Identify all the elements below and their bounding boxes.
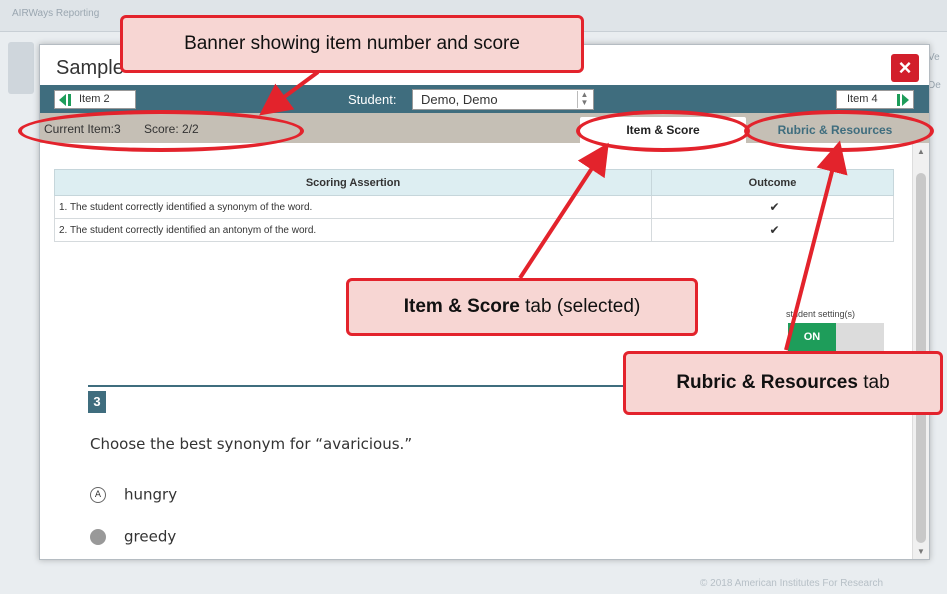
scroll-down-icon[interactable]: ▼ — [917, 547, 925, 556]
background-footer: © 2018 American Institutes For Research — [700, 578, 884, 589]
choice-text: hungry — [124, 485, 178, 504]
previous-item-button[interactable]: Item 2 — [54, 90, 136, 109]
scoring-table: Scoring Assertion Outcome 1. The student… — [54, 169, 894, 242]
toggle-on-label: ON — [788, 323, 836, 351]
next-item-button[interactable]: Item 4 — [836, 90, 914, 109]
choice-text: greedy — [124, 527, 177, 546]
item-score-highlight-ellipse — [576, 110, 750, 152]
banner-callout: Banner showing item number and score — [120, 15, 584, 73]
spinner-icon: ▲ ▼ — [577, 91, 591, 108]
assertion-cell: 2. The student correctly identified an a… — [54, 218, 652, 242]
rubric-callout: Rubric & Resources tab — [623, 351, 943, 415]
previous-item-label: Item 2 — [79, 93, 110, 105]
rubric-highlight-ellipse — [744, 110, 934, 152]
previous-arrow-icon — [59, 93, 75, 113]
banner-callout-text: Banner showing item number and score — [184, 33, 520, 54]
table-row: 2. The student correctly identified an a… — [54, 218, 894, 242]
item-number-badge: 3 — [88, 391, 106, 413]
close-button[interactable]: × — [891, 54, 919, 82]
item-score-callout-text: tab (selected) — [519, 296, 641, 317]
next-arrow-icon — [893, 93, 909, 113]
background-brand: AIRWays Reporting — [12, 8, 100, 19]
item-navigation-bar: Item 2 Student: Demo, Demo ▲ ▼ Item 4 — [40, 85, 929, 113]
student-select[interactable]: Demo, Demo ▲ ▼ — [412, 89, 594, 110]
scroll-up-icon[interactable]: ▲ — [917, 147, 925, 156]
student-setting-toggle[interactable]: ON — [788, 323, 884, 351]
choice-letter-b: B — [90, 528, 106, 545]
item-score-callout-bold: Item & Score — [403, 296, 520, 317]
close-icon: × — [898, 55, 912, 80]
next-item-label: Item 4 — [847, 93, 878, 105]
assertion-cell: 1. The student correctly identified a sy… — [54, 195, 652, 219]
student-setting-label: student setting(s) — [786, 309, 856, 319]
student-select-value: Demo, Demo — [421, 92, 498, 107]
rubric-callout-text: tab — [857, 372, 890, 393]
checkmark-icon: ✔ — [651, 218, 894, 242]
answer-choice-a[interactable]: Ahungry — [90, 485, 177, 504]
column-header: Scoring Assertion — [54, 169, 652, 196]
choice-letter-a: A — [90, 486, 106, 503]
student-label: Student: — [348, 92, 397, 107]
table-row: 1. The student correctly identified a sy… — [54, 195, 894, 219]
item-score-callout: Item & Score tab (selected) — [346, 278, 698, 336]
column-header: Outcome — [651, 169, 894, 196]
answer-choice-b[interactable]: Bgreedy — [90, 527, 176, 546]
dialog-title: Sample — [56, 57, 124, 79]
banner-highlight-ellipse — [18, 110, 304, 152]
question-prompt: Choose the best synonym for “avaricious.… — [90, 435, 413, 453]
rubric-callout-bold: Rubric & Resources — [676, 372, 858, 393]
checkmark-icon: ✔ — [651, 195, 894, 219]
background-side-panel — [8, 42, 34, 94]
